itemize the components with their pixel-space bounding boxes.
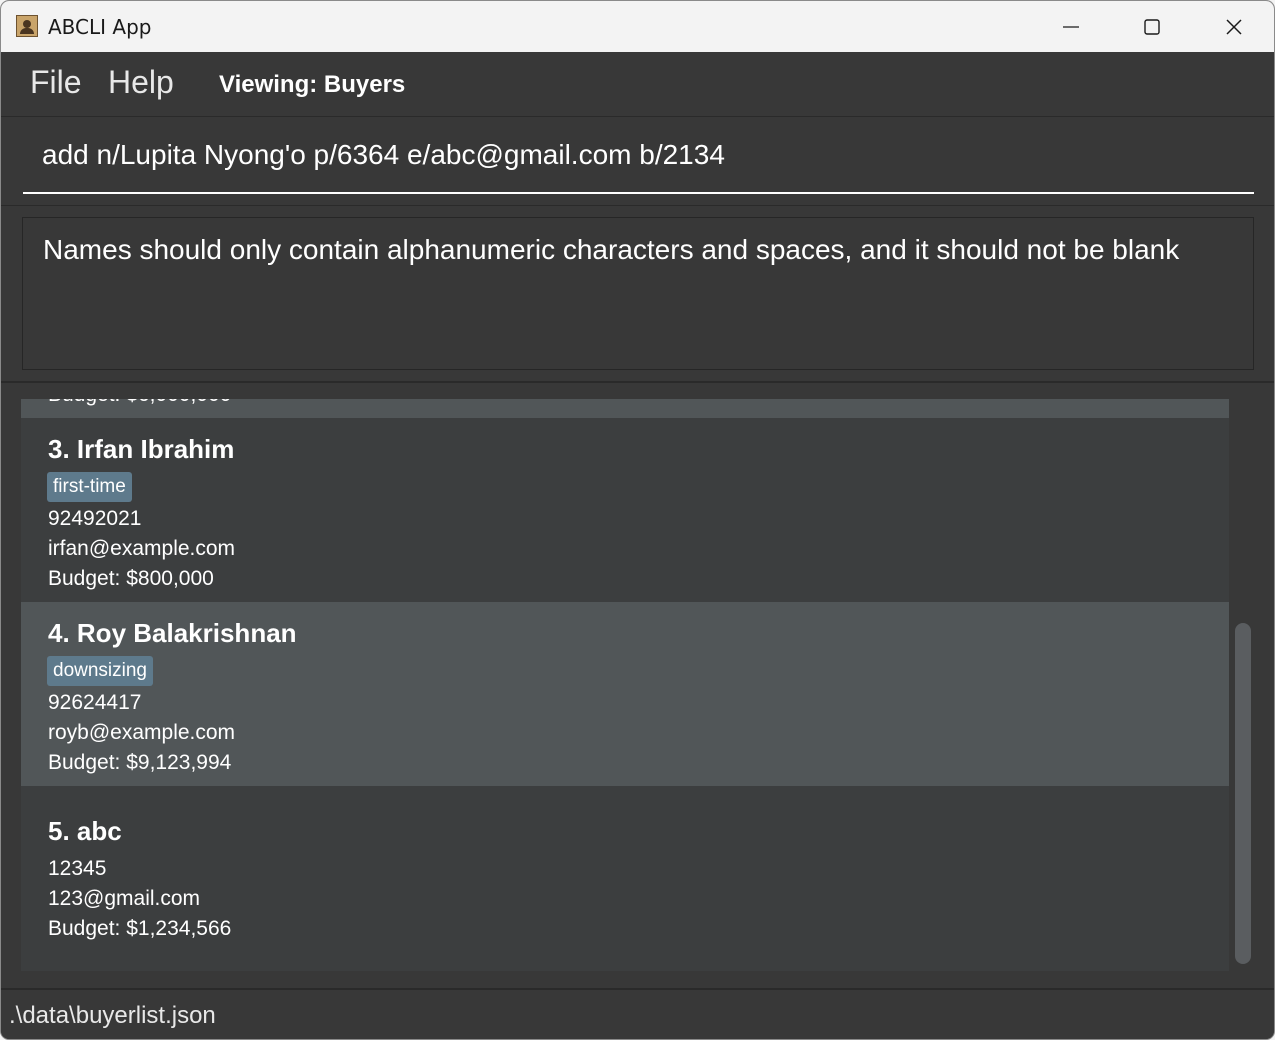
close-icon — [1226, 19, 1242, 35]
command-box — [1, 117, 1274, 206]
maximize-icon — [1144, 19, 1160, 35]
command-input[interactable] — [23, 117, 1254, 194]
buyer-budget: Budget: $9,123,994 — [48, 751, 232, 774]
buyer-name: 5. abc — [48, 816, 122, 846]
viewing-label: Viewing: Buyers — [219, 71, 406, 98]
app-window: ABCLI App File Help Viewing: Buyers Name… — [1, 1, 1274, 1039]
list-item[interactable]: 5. abc 12345 123@gmail.com Budget: $1,23… — [21, 786, 1229, 971]
close-button[interactable] — [1194, 1, 1274, 52]
buyer-budget: Budget: $6,000,000 — [48, 399, 231, 407]
menu-file[interactable]: File — [30, 64, 82, 101]
window-title: ABCLI App — [48, 15, 152, 39]
buyer-name: 4. Roy Balakrishnan — [48, 618, 297, 648]
menu-help[interactable]: Help — [108, 64, 174, 101]
buyer-email: royb@example.com — [48, 721, 236, 744]
buyer-list[interactable]: Budget: $6,000,000 3. Irfan Ibrahim firs… — [21, 399, 1229, 971]
result-message: Names should only contain alphanumeric c… — [22, 217, 1254, 370]
buyer-email: 123@gmail.com — [48, 887, 201, 910]
buyer-phone: 92492021 — [48, 507, 142, 530]
buyer-budget: Budget: $800,000 — [48, 567, 214, 590]
status-bar: .\data\buyerlist.json — [1, 988, 1274, 1039]
list-item[interactable]: Budget: $6,000,000 — [21, 399, 1229, 418]
buyer-phone: 12345 — [48, 857, 107, 880]
list-item-selected[interactable]: 4. Roy Balakrishnan downsizing 92624417 … — [21, 602, 1229, 786]
minimize-icon — [1063, 26, 1079, 28]
minimize-button[interactable] — [1031, 1, 1111, 52]
buyer-name: 3. Irfan Ibrahim — [48, 434, 235, 464]
scrollbar-thumb[interactable] — [1235, 623, 1251, 964]
menu-bar: File Help Viewing: Buyers — [1, 52, 1274, 117]
data-file-path: .\data\buyerlist.json — [9, 1002, 216, 1029]
buyer-email: irfan@example.com — [48, 537, 236, 560]
maximize-button[interactable] — [1112, 1, 1192, 52]
buyer-phone: 92624417 — [48, 691, 142, 714]
title-bar[interactable]: ABCLI App — [1, 1, 1274, 52]
result-display-pane: Names should only contain alphanumeric c… — [1, 206, 1274, 383]
list-item[interactable]: 3. Irfan Ibrahim first-time 92492021 irf… — [21, 418, 1229, 602]
contacts-book-icon — [16, 15, 38, 37]
buyer-tag: first-time — [47, 472, 132, 502]
buyer-list-pane[interactable]: Budget: $6,000,000 3. Irfan Ibrahim firs… — [1, 383, 1274, 988]
buyer-tag: downsizing — [47, 656, 153, 686]
buyer-budget: Budget: $1,234,566 — [48, 917, 232, 940]
